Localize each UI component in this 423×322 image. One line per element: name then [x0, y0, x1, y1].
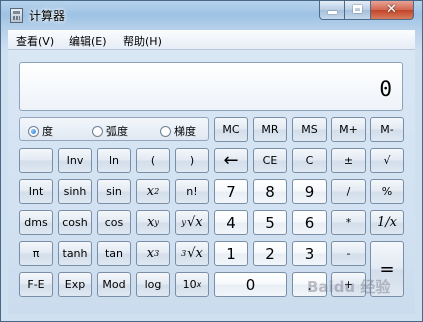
- mr-button[interactable]: MR: [253, 117, 287, 142]
- digit-0-button[interactable]: 0: [214, 272, 287, 297]
- digit-5-button[interactable]: 5: [253, 210, 287, 235]
- cosh-button[interactable]: cosh: [58, 210, 92, 235]
- caption-buttons: ✕: [319, 1, 414, 20]
- maximize-button[interactable]: [345, 1, 371, 20]
- tanh-button[interactable]: tanh: [58, 241, 92, 266]
- reciprocal-button[interactable]: 1/x: [370, 210, 404, 235]
- digit-1-button[interactable]: 1: [214, 241, 248, 266]
- backspace-button[interactable]: ←: [214, 148, 248, 173]
- minimize-button[interactable]: [319, 1, 345, 20]
- sqrt-button[interactable]: √: [370, 148, 404, 173]
- digit-3-button[interactable]: 3: [292, 241, 327, 266]
- radio-selected-icon: [28, 125, 39, 137]
- pi-button[interactable]: π: [19, 241, 53, 266]
- radio-gradians[interactable]: 梯度: [160, 123, 196, 139]
- multiply-button[interactable]: *: [331, 210, 366, 235]
- radio-degrees-label: 度: [42, 125, 53, 138]
- y-root-base: x: [195, 215, 203, 230]
- inv-button[interactable]: Inv: [58, 148, 92, 173]
- calculator-body: 0 度 弧度 梯度 MC MR MS M+ M- Inv ln ( ) ← CE…: [8, 50, 415, 314]
- c-button[interactable]: C: [292, 148, 327, 173]
- watermark: Baidu 经验: [307, 278, 391, 296]
- close-paren-button[interactable]: ): [175, 148, 209, 173]
- radio-gradians-label: 梯度: [174, 125, 196, 138]
- sign-button[interactable]: ±: [331, 148, 366, 173]
- ten-power-base: 10: [182, 278, 197, 291]
- blank-button[interactable]: [19, 148, 53, 173]
- x-cubed-base: x: [146, 246, 155, 261]
- title-bar[interactable]: 计算器 ✕: [1, 1, 422, 29]
- mod-button[interactable]: Mod: [97, 272, 131, 297]
- ln-button[interactable]: ln: [97, 148, 131, 173]
- tan-button[interactable]: tan: [97, 241, 131, 266]
- menu-edit[interactable]: 编辑(E): [69, 33, 107, 49]
- radical-icon: √: [187, 246, 196, 261]
- sinh-button[interactable]: sinh: [58, 179, 92, 204]
- radio-unselected-icon: [92, 125, 103, 137]
- ten-power-x-button[interactable]: 10 x: [175, 272, 209, 297]
- menu-help[interactable]: 帮助(H): [123, 33, 162, 49]
- factorial-button[interactable]: n!: [175, 179, 209, 204]
- cos-button[interactable]: cos: [97, 210, 131, 235]
- cube-root-button[interactable]: 3 √ x: [175, 241, 209, 266]
- x-squared-button[interactable]: x2: [136, 179, 170, 204]
- mc-button[interactable]: MC: [214, 117, 248, 142]
- calculator-app-icon: [10, 8, 23, 23]
- log-button[interactable]: log: [136, 272, 170, 297]
- radio-radians[interactable]: 弧度: [92, 123, 128, 139]
- digit-8-button[interactable]: 8: [253, 179, 287, 204]
- dms-button[interactable]: dms: [19, 210, 53, 235]
- ms-button[interactable]: MS: [292, 117, 327, 142]
- menu-view[interactable]: 查看(V): [16, 33, 54, 49]
- result-display: 0: [19, 62, 403, 111]
- sin-button[interactable]: sin: [97, 179, 131, 204]
- ce-button[interactable]: CE: [253, 148, 287, 173]
- digit-2-button[interactable]: 2: [253, 241, 287, 266]
- subtract-button[interactable]: -: [331, 241, 366, 266]
- x-cubed-button[interactable]: x3: [136, 241, 170, 266]
- x-power-y-button[interactable]: xy: [136, 210, 170, 235]
- fe-button[interactable]: F-E: [19, 272, 53, 297]
- display-value: 0: [379, 77, 392, 101]
- maximize-icon: [353, 5, 362, 13]
- angle-mode-group: 度 弧度 梯度: [19, 117, 209, 141]
- digit-9-button[interactable]: 9: [292, 179, 327, 204]
- digit-4-button[interactable]: 4: [214, 210, 248, 235]
- exp-button[interactable]: Exp: [58, 272, 92, 297]
- menu-bar: 查看(V) 编辑(E) 帮助(H): [8, 30, 415, 50]
- digit-7-button[interactable]: 7: [214, 179, 248, 204]
- cube-root-base: x: [195, 246, 203, 261]
- open-paren-button[interactable]: (: [136, 148, 170, 173]
- divide-button[interactable]: /: [331, 179, 366, 204]
- minimize-icon: [328, 11, 337, 14]
- calculator-window: 计算器 ✕ 查看(V) 编辑(E) 帮助(H) 0 度 弧度 梯度 MC MR …: [0, 0, 423, 322]
- radio-radians-label: 弧度: [106, 125, 128, 138]
- y-root-x-button[interactable]: y √ x: [175, 210, 209, 235]
- m-plus-button[interactable]: M+: [331, 117, 366, 142]
- radical-icon: √: [186, 215, 196, 230]
- window-title: 计算器: [29, 9, 66, 23]
- m-minus-button[interactable]: M-: [370, 117, 404, 142]
- int-button[interactable]: Int: [19, 179, 53, 204]
- radio-unselected-icon: [160, 125, 171, 137]
- close-button[interactable]: ✕: [371, 1, 414, 20]
- close-icon: ✕: [386, 2, 397, 17]
- digit-6-button[interactable]: 6: [292, 210, 327, 235]
- percent-button[interactable]: %: [370, 179, 404, 204]
- radio-degrees[interactable]: 度: [28, 123, 53, 139]
